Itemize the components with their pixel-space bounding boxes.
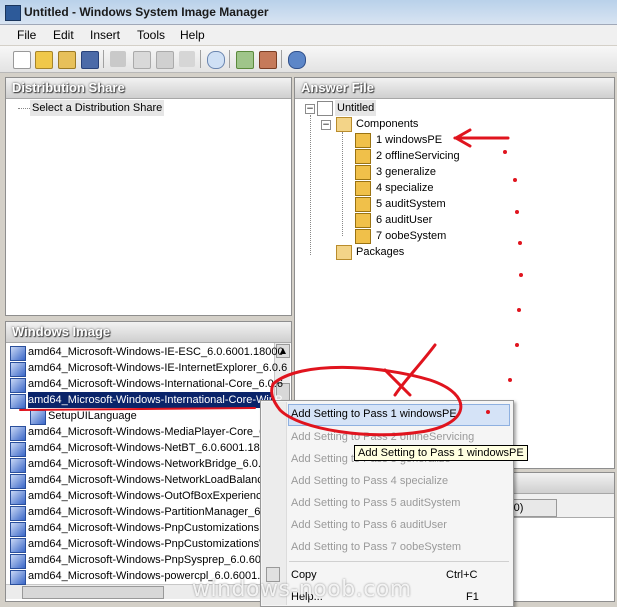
image-item[interactable]: amd64_Microsoft-Windows-NetworkBridge_6.… (28, 456, 261, 472)
component-icon (10, 554, 26, 569)
menu-insert[interactable]: Insert (90, 28, 120, 42)
search-icon[interactable] (207, 51, 225, 69)
answer-file-icon (317, 101, 333, 116)
copy-icon[interactable] (133, 51, 151, 69)
menu-tools[interactable]: Tools (137, 28, 165, 42)
component-icon (10, 426, 26, 441)
image-item[interactable]: amd64_Microsoft-Windows-PnpSysprep_6.0.6… (28, 552, 267, 568)
image-item[interactable]: amd64_Microsoft-Windows-IE-InternetExplo… (28, 360, 287, 376)
component-icon (30, 410, 46, 425)
pass-icon (355, 181, 371, 196)
pass-icon (355, 213, 371, 228)
toolbar-separator (103, 50, 104, 68)
pass-icon (355, 149, 371, 164)
image-item[interactable]: amd64_Microsoft-Windows-IE-ESC_6.0.6001.… (28, 344, 284, 360)
pass-icon (355, 165, 371, 180)
menu-copy-shortcut: Ctrl+C (446, 569, 478, 581)
component-icon (10, 538, 26, 553)
menu-add-setting-pass-2: Add Setting to Pass 2 offlineServicing (291, 431, 475, 443)
distribution-share-header: Distribution Share (6, 78, 291, 99)
component-icon (10, 458, 26, 473)
open-folder-icon[interactable] (58, 51, 76, 69)
component-icon (10, 362, 26, 377)
menu-help-shortcut: F1 (466, 591, 479, 603)
tree-pass-3[interactable]: 3 generalize (376, 164, 436, 180)
paste-icon[interactable] (156, 51, 174, 69)
tree-line (18, 108, 30, 109)
component-icon (10, 474, 26, 489)
image-item-selected[interactable]: amd64_Microsoft-Windows-International-Co… (28, 392, 282, 408)
tree-line (342, 132, 343, 236)
folder-icon (336, 245, 352, 260)
menu-separator (289, 561, 509, 562)
image-item[interactable]: amd64_Microsoft-Windows-International-Co… (28, 376, 283, 392)
component-icon (10, 506, 26, 521)
menu-bar: File Edit Insert Tools Help (0, 25, 617, 45)
cut-icon[interactable] (110, 51, 126, 67)
image-item[interactable]: amd64_Microsoft-Windows-PnpCustomization… (28, 520, 267, 536)
help-icon[interactable] (288, 51, 306, 69)
tree-line (310, 115, 311, 255)
save-icon[interactable] (81, 51, 99, 69)
tree-pass-6[interactable]: 6 auditUser (376, 212, 432, 228)
toolbar-separator (281, 50, 282, 68)
tree-pass-7[interactable]: 7 oobeSystem (376, 228, 446, 244)
component-icon (10, 442, 26, 457)
app-icon (5, 5, 21, 21)
tree-pass-2[interactable]: 2 offlineServicing (376, 148, 460, 164)
tree-packages[interactable]: Packages (356, 244, 404, 260)
select-distribution-share-item[interactable]: Select a Distribution Share (30, 100, 165, 116)
image-item[interactable]: amd64_Microsoft-Windows-MediaPlayer-Core… (28, 424, 265, 440)
menu-add-setting-pass-1[interactable]: Add Setting to Pass 1 windowsPE (291, 408, 457, 420)
menu-file[interactable]: File (17, 28, 36, 42)
tree-pass-5[interactable]: 5 auditSystem (376, 196, 446, 212)
watermark: windows-noob.com (192, 577, 412, 602)
image-item[interactable]: amd64_Microsoft-Windows-NetworkLoadBalan… (28, 472, 263, 488)
menu-edit[interactable]: Edit (53, 28, 74, 42)
collapse-icon[interactable]: − (321, 120, 331, 130)
window-title: Untitled - Windows System Image Manager (24, 5, 269, 19)
collapse-icon[interactable]: − (305, 104, 315, 114)
windows-image-pane: Windows Image ▲ amd64_Microsoft-Windows-… (5, 321, 292, 602)
distribution-share-pane: Distribution Share Select a Distribution… (5, 77, 292, 316)
tree-root-untitled[interactable]: Untitled (335, 100, 377, 116)
component-icon (10, 522, 26, 537)
tree-pass-4[interactable]: 4 specialize (376, 180, 433, 196)
image-item[interactable]: amd64_Microsoft-Windows-PnpCustomization… (28, 536, 269, 552)
open-icon[interactable] (35, 51, 53, 69)
menu-add-setting-pass-4: Add Setting to Pass 4 specialize (291, 475, 449, 487)
pass-icon (355, 229, 371, 244)
new-icon[interactable] (13, 51, 31, 69)
image-item[interactable]: amd64_Microsoft-Windows-PartitionManager… (28, 504, 263, 520)
component-icon (10, 346, 26, 361)
image-item[interactable]: amd64_Microsoft-Windows-OutOfBoxExperien… (28, 488, 268, 504)
menu-add-setting-pass-5: Add Setting to Pass 5 auditSystem (291, 497, 461, 509)
menu-help[interactable]: Help (180, 28, 205, 42)
folder-icon (336, 117, 352, 132)
component-icon (10, 394, 26, 409)
pass-icon (355, 133, 371, 148)
answer-file-header: Answer File (295, 78, 614, 99)
menu-add-setting-pass-7: Add Setting to Pass 7 oobeSystem (291, 541, 461, 553)
scroll-thumb-horizontal[interactable] (22, 586, 164, 599)
component-icon (10, 570, 26, 585)
component-icon (10, 378, 26, 393)
toolbar (0, 46, 617, 73)
image-subitem-setupuilanguage[interactable]: SetupUILanguage (48, 408, 137, 424)
context-menu: Add Setting to Pass 1 windowsPE Add Sett… (260, 400, 514, 607)
validate-icon[interactable] (236, 51, 254, 69)
image-item[interactable]: amd64_Microsoft-Windows-NetBT_6.0.6001.1… (28, 440, 260, 456)
windows-image-header: Windows Image (6, 322, 291, 343)
title-bar: Untitled - Windows System Image Manager (0, 0, 617, 25)
tree-components[interactable]: Components (356, 116, 418, 132)
tooltip: Add Setting to Pass 1 windowsPE (354, 445, 528, 461)
component-icon (10, 490, 26, 505)
delete-icon[interactable] (179, 51, 195, 67)
package-icon[interactable] (259, 51, 277, 69)
menu-add-setting-pass-6: Add Setting to Pass 6 auditUser (291, 519, 447, 531)
toolbar-separator (200, 50, 201, 68)
tree-pass-1[interactable]: 1 windowsPE (376, 132, 442, 148)
pass-icon (355, 197, 371, 212)
toolbar-separator (229, 50, 230, 68)
